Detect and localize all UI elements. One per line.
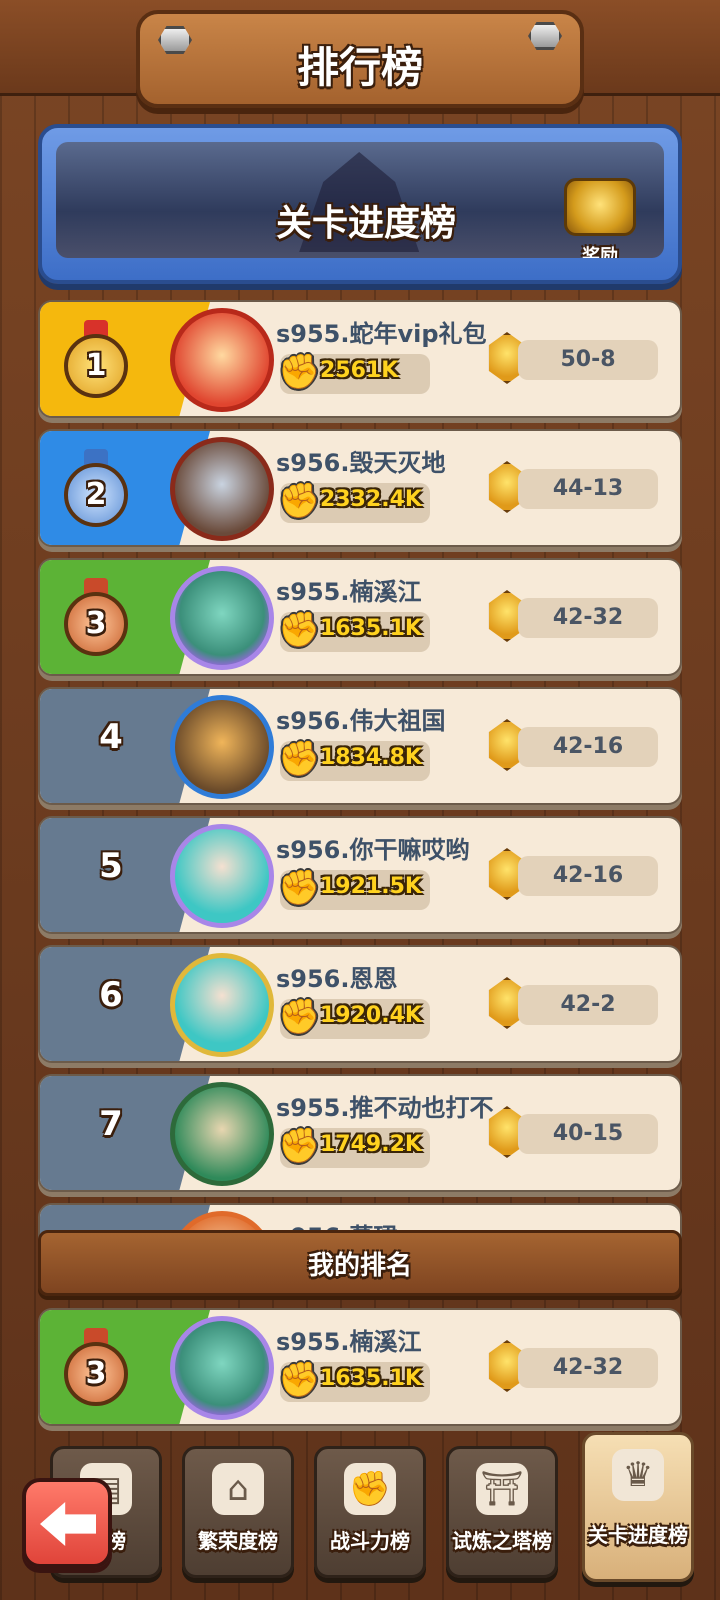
page-title: 排行榜 bbox=[296, 43, 423, 92]
fist-icon: ✊ bbox=[278, 997, 321, 1037]
crown-shield-icon: ♛ bbox=[612, 1449, 664, 1501]
my-rank-header: 我的排名 bbox=[38, 1230, 682, 1296]
tab-stage-progress[interactable]: ♛ 关卡进度榜 bbox=[582, 1432, 694, 1582]
player-name: s955.楠溪江 bbox=[276, 578, 422, 606]
building-icon: ⌂ bbox=[212, 1463, 264, 1515]
stage-progress: 42-32 bbox=[518, 1348, 658, 1388]
treasure-chest-icon bbox=[564, 178, 636, 236]
bronze-medal-icon: 3 bbox=[60, 1328, 132, 1406]
ranking-row[interactable]: 1 s955.蛇年vip礼包 ✊ 2561K 50-8 bbox=[38, 300, 682, 418]
stage-progress: 50-8 bbox=[518, 340, 658, 380]
tab-prosperity[interactable]: ⌂ 繁荣度榜 bbox=[182, 1446, 294, 1578]
ranking-row[interactable]: 3 s955.楠溪江 ✊ 1635.1K 42-32 bbox=[38, 1308, 682, 1426]
avatar[interactable] bbox=[170, 1316, 274, 1420]
player-name: s956.恩恩 bbox=[276, 965, 398, 993]
power-pill: ✊ 1749.2K bbox=[278, 1126, 430, 1168]
stage-progress: 42-16 bbox=[518, 856, 658, 896]
power-value: 2561K bbox=[320, 358, 399, 383]
my-rank-label: 我的排名 bbox=[307, 1251, 412, 1281]
player-name: s955.蛇年vip礼包 bbox=[276, 320, 487, 348]
avatar[interactable] bbox=[170, 308, 274, 412]
gold-medal-icon: 1 bbox=[60, 320, 132, 398]
rank-number: 4 bbox=[99, 717, 123, 757]
avatar[interactable] bbox=[170, 437, 274, 541]
fist-icon: ✊ bbox=[278, 481, 321, 521]
tab-label: 战斗力榜 bbox=[330, 1529, 410, 1553]
rank-number: 6 bbox=[99, 975, 123, 1015]
power-value: 1749.2K bbox=[320, 1132, 422, 1157]
fist-icon: ✊ bbox=[278, 1360, 321, 1400]
reward-label: 奖励 bbox=[582, 246, 618, 258]
tab-combat-power[interactable]: ✊ 战斗力榜 bbox=[314, 1446, 426, 1578]
title-plank: 排行榜 bbox=[136, 10, 584, 108]
fist-icon: ✊ bbox=[278, 1126, 321, 1166]
avatar[interactable] bbox=[170, 695, 274, 799]
power-pill: ✊ 2561K bbox=[278, 352, 430, 394]
power-value: 1635.1K bbox=[320, 616, 422, 641]
reward-button[interactable]: 奖励 bbox=[558, 178, 642, 258]
power-pill: ✊ 1920.4K bbox=[278, 997, 430, 1039]
leaderboard-banner: 关卡进度榜 奖励 bbox=[38, 124, 682, 284]
fist-icon: ✊ bbox=[278, 868, 321, 908]
power-pill: ✊ 2332.4K bbox=[278, 481, 430, 523]
fist-icon: ✊ bbox=[278, 739, 321, 779]
avatar[interactable] bbox=[170, 953, 274, 1057]
back-arrow-icon bbox=[40, 1502, 96, 1546]
power-value: 1921.5K bbox=[320, 874, 422, 899]
power-pill: ✊ 1834.8K bbox=[278, 739, 430, 781]
stage-progress: 42-32 bbox=[518, 598, 658, 638]
silver-medal-icon: 2 bbox=[60, 449, 132, 527]
player-name: s956.毁天灭地 bbox=[276, 449, 446, 477]
tab-label: 关卡进度榜 bbox=[588, 1523, 688, 1547]
my-rank-row[interactable]: 3 s955.楠溪江 ✊ 1635.1K 42-32 bbox=[38, 1308, 682, 1437]
power-value: 2332.4K bbox=[320, 487, 422, 512]
power-pill: ✊ 1635.1K bbox=[278, 610, 430, 652]
ranking-list[interactable]: 1 s955.蛇年vip礼包 ✊ 2561K 50-8 2 s956.毁天灭地 … bbox=[38, 300, 682, 1248]
player-name: s956.你干嘛哎哟 bbox=[276, 836, 470, 864]
tower-icon: ⛩ bbox=[476, 1463, 528, 1515]
ranking-row[interactable]: 4 s956.伟大祖国 ✊ 1834.8K 42-16 bbox=[38, 687, 682, 805]
power-value: 1834.8K bbox=[320, 745, 422, 770]
power-value: 1920.4K bbox=[320, 1003, 422, 1028]
ranking-row[interactable]: 3 s955.楠溪江 ✊ 1635.1K 42-32 bbox=[38, 558, 682, 676]
rank-number: 7 bbox=[99, 1104, 123, 1144]
ranking-row[interactable]: 6 s956.恩恩 ✊ 1920.4K 42-2 bbox=[38, 945, 682, 1063]
ranking-row[interactable]: 7 s955.推不动也打不 ✊ 1749.2K 40-15 bbox=[38, 1074, 682, 1192]
rank-number: 5 bbox=[99, 846, 123, 886]
ranking-row[interactable]: 2 s956.毁天灭地 ✊ 2332.4K 44-13 bbox=[38, 429, 682, 547]
fist-icon: ✊ bbox=[278, 610, 321, 650]
avatar[interactable] bbox=[170, 824, 274, 928]
back-button[interactable] bbox=[22, 1478, 112, 1568]
tab-label: 繁荣度榜 bbox=[198, 1529, 278, 1553]
power-pill: ✊ 1635.1K bbox=[278, 1360, 430, 1402]
power-pill: ✊ 1921.5K bbox=[278, 868, 430, 910]
player-name: s955.推不动也打不 bbox=[276, 1094, 494, 1122]
stage-progress: 42-16 bbox=[518, 727, 658, 767]
ranking-row[interactable]: 5 s956.你干嘛哎哟 ✊ 1921.5K 42-16 bbox=[38, 816, 682, 934]
stage-progress: 44-13 bbox=[518, 469, 658, 509]
fist-icon: ✊ bbox=[278, 352, 321, 392]
stage-progress: 40-15 bbox=[518, 1114, 658, 1154]
tab-label: 试炼之塔榜 bbox=[452, 1529, 552, 1553]
player-name: s956.伟大祖国 bbox=[276, 707, 446, 735]
banner-background: 关卡进度榜 奖励 bbox=[56, 142, 664, 258]
fist-icon: ✊ bbox=[344, 1463, 396, 1515]
avatar[interactable] bbox=[170, 1082, 274, 1186]
player-name: s955.楠溪江 bbox=[276, 1328, 422, 1356]
bronze-medal-icon: 3 bbox=[60, 578, 132, 656]
avatar[interactable] bbox=[170, 566, 274, 670]
power-value: 1635.1K bbox=[320, 1366, 422, 1391]
tab-trial-tower[interactable]: ⛩ 试炼之塔榜 bbox=[446, 1446, 558, 1578]
stage-progress: 42-2 bbox=[518, 985, 658, 1025]
